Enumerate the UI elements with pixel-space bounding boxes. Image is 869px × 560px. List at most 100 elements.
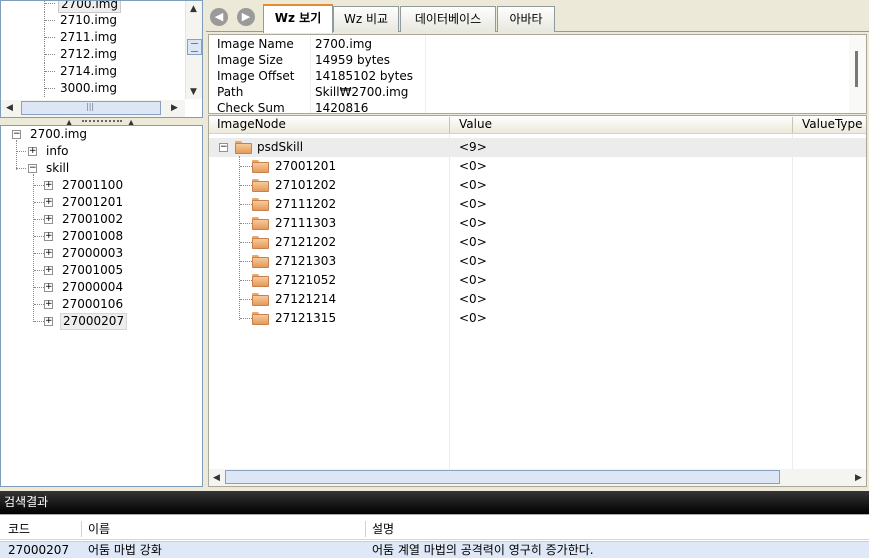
folder-icon: [252, 217, 269, 230]
info-key: Image Size: [217, 53, 284, 67]
search-results-table: 코드 이름 설명 27000207 어둠 마법 강화 어둠 계열 마법의 공격력…: [0, 514, 869, 560]
folder-icon: [252, 160, 269, 173]
grid-horizontal-scrollbar[interactable]: ◀ ▶: [209, 469, 866, 486]
tree-node-skill-child[interactable]: +27000003: [41, 245, 191, 262]
folder-icon: [252, 198, 269, 211]
scroll-right-icon[interactable]: ▶: [855, 473, 862, 483]
file-list-item[interactable]: 2710.img: [1, 12, 185, 29]
tree-node-skill-child[interactable]: +27001100: [41, 177, 191, 194]
node-grid: ImageNode Value ValueType − psdSkill <9>…: [208, 115, 867, 487]
info-key: Check Sum: [217, 101, 285, 114]
column-header-code[interactable]: 코드: [8, 521, 30, 537]
file-list-vertical-scrollbar[interactable]: ▲ ▼: [185, 1, 202, 99]
forward-icon[interactable]: ▶: [237, 8, 255, 26]
info-value: Skill₩2700.img: [315, 85, 409, 99]
scroll-left-icon[interactable]: ◀: [6, 103, 13, 113]
collapse-icon[interactable]: −: [12, 130, 21, 139]
image-info-panel: Image Name 2700.img Image Size 14959 bytes I…: [208, 34, 867, 114]
info-key: Path: [217, 85, 244, 99]
info-row: Image Name 2700.img: [209, 36, 849, 52]
file-list-item[interactable]: 2712.img: [1, 46, 185, 63]
file-list-item[interactable]: 2711.img: [1, 29, 185, 46]
info-scrollbar[interactable]: [849, 35, 866, 113]
file-list-item[interactable]: 2714.img: [1, 63, 185, 80]
collapse-icon[interactable]: −: [219, 143, 228, 152]
expand-icon[interactable]: +: [44, 232, 53, 241]
expand-icon[interactable]: +: [44, 215, 53, 224]
info-row: Image Size 14959 bytes: [209, 52, 849, 68]
tree-node-skill-child[interactable]: +27000106: [41, 296, 191, 313]
folder-icon: [235, 141, 252, 154]
folder-icon: [252, 179, 269, 192]
tree-node-skill-child[interactable]: +27001008: [41, 228, 191, 245]
collapse-icon[interactable]: −: [28, 164, 37, 173]
folder-icon: [252, 274, 269, 287]
scroll-thumb[interactable]: [187, 39, 202, 55]
column-header-valuetype[interactable]: ValueType: [802, 116, 863, 133]
expand-icon[interactable]: +: [44, 300, 53, 309]
expand-icon[interactable]: +: [44, 317, 53, 326]
table-row[interactable]: 27101202 <0>: [209, 176, 866, 195]
main-panel: ◀ ▶ Wz 보기 Wz 비교 데이터베이스 아바타 Image Name 2700.i…: [206, 0, 869, 490]
column-header-desc[interactable]: 설명: [372, 521, 394, 537]
tab-1[interactable]: Wz 비교: [333, 6, 399, 32]
info-row: Path Skill₩2700.img: [209, 84, 849, 100]
tree-node-skill[interactable]: − skill: [25, 160, 185, 177]
table-row[interactable]: 27121214 <0>: [209, 290, 866, 309]
file-list-item[interactable]: 2700.img: [1, 1, 185, 13]
scroll-down-icon[interactable]: ▼: [190, 87, 197, 97]
folder-icon: [252, 255, 269, 268]
tree-node-skill-child[interactable]: +27001002: [41, 211, 191, 228]
table-row[interactable]: 27001201 <0>: [209, 157, 866, 176]
tree-node-skill-child[interactable]: +27001005: [41, 262, 191, 279]
scroll-thumb[interactable]: [21, 101, 161, 115]
tree-node-skill-child[interactable]: +27000207: [41, 313, 191, 330]
tree-node-skill-child[interactable]: +27000004: [41, 279, 191, 296]
tree-node-info[interactable]: + info: [25, 143, 185, 160]
file-list-panel: 2700.img 2710.img 2711.img 2712.img 2714.img…: [0, 0, 203, 118]
tab-2[interactable]: 데이터베이스: [400, 6, 496, 32]
tree-node-root[interactable]: − 2700.img: [9, 126, 189, 143]
scroll-right-icon[interactable]: ▶: [171, 103, 178, 113]
expand-icon[interactable]: +: [44, 283, 53, 292]
folder-icon: [252, 312, 269, 325]
column-header-value[interactable]: Value: [459, 116, 492, 133]
info-key: Image Offset: [217, 69, 295, 83]
tab-bar: ◀ ▶ Wz 보기 Wz 비교 데이터베이스 아바타: [206, 4, 869, 33]
scroll-thumb[interactable]: [225, 470, 780, 484]
grid-header: ImageNode Value ValueType: [209, 116, 866, 134]
file-list-horizontal-scrollbar[interactable]: ◀ ▶: [1, 100, 185, 117]
scroll-up-icon[interactable]: ▲: [190, 4, 197, 14]
folder-icon: [252, 293, 269, 306]
column-header-imagenode[interactable]: ImageNode: [217, 116, 286, 133]
file-list-item[interactable]: 3000.img: [1, 80, 185, 97]
expand-icon[interactable]: +: [44, 249, 53, 258]
tree-node-skill-child[interactable]: +27001201: [41, 194, 191, 211]
expand-icon[interactable]: +: [28, 147, 37, 156]
table-row[interactable]: 27121315 <0>: [209, 309, 866, 328]
search-results-title: 검색결과: [0, 491, 869, 514]
table-row[interactable]: 27121303 <0>: [209, 252, 866, 271]
column-header-name[interactable]: 이름: [88, 521, 110, 537]
info-value: 14185102 bytes: [315, 69, 413, 83]
table-row[interactable]: 27121052 <0>: [209, 271, 866, 290]
tab-0[interactable]: Wz 보기: [263, 4, 333, 33]
expand-icon[interactable]: +: [44, 198, 53, 207]
info-row: Check Sum 1420816: [209, 100, 849, 114]
info-row: Image Offset 14185102 bytes: [209, 68, 849, 84]
folder-icon: [252, 236, 269, 249]
table-row[interactable]: 27000207 어둠 마법 강화 어둠 계열 마법의 공격력이 영구히 증가한…: [0, 541, 869, 558]
expand-icon[interactable]: +: [44, 181, 53, 190]
scroll-left-icon[interactable]: ◀: [213, 473, 220, 483]
expand-icon[interactable]: +: [44, 266, 53, 275]
table-row[interactable]: 27121202 <0>: [209, 233, 866, 252]
info-value: 1420816: [315, 101, 369, 114]
table-row[interactable]: 27111303 <0>: [209, 214, 866, 233]
file-list: 2700.img 2710.img 2711.img 2712.img 2714.img…: [1, 1, 185, 99]
back-icon[interactable]: ◀: [210, 8, 228, 26]
grid-row-parent[interactable]: − psdSkill <9>: [209, 138, 866, 157]
table-row[interactable]: 27111202 <0>: [209, 195, 866, 214]
tab-3[interactable]: 아바타: [497, 6, 555, 32]
info-key: Image Name: [217, 37, 294, 51]
info-value: 14959 bytes: [315, 53, 391, 67]
